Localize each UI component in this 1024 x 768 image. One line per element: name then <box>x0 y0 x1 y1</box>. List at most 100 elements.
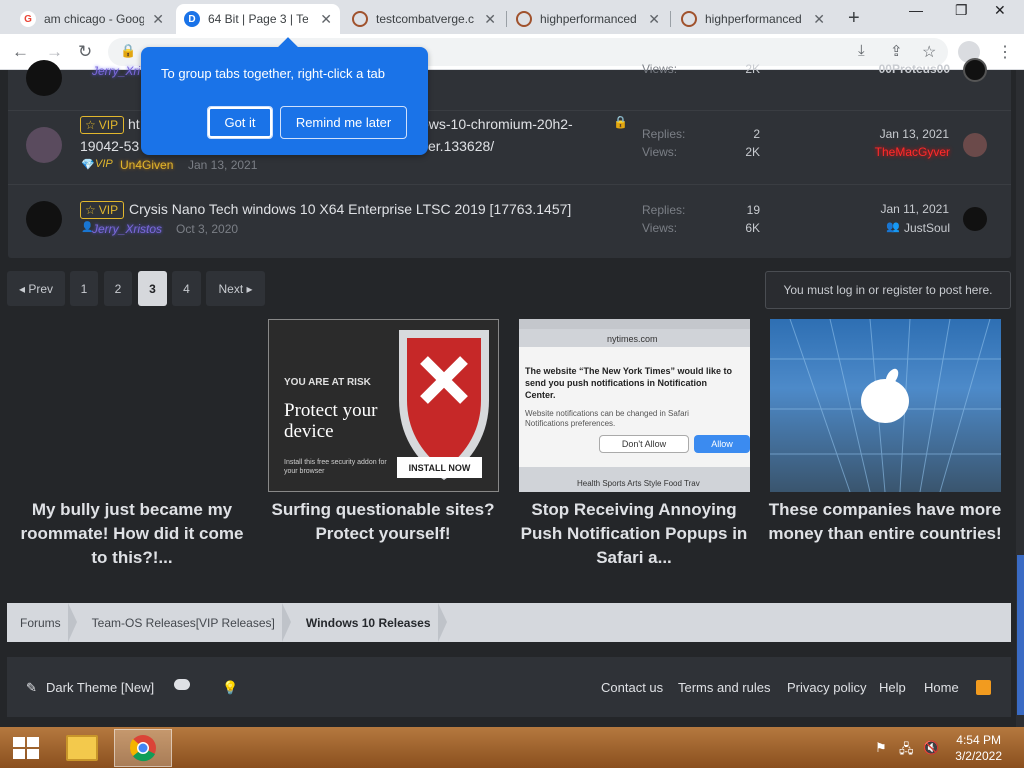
volume-muted-icon[interactable]: 🔇 <box>923 740 939 756</box>
last-post-date[interactable]: Jan 13, 2021 <box>849 127 949 141</box>
diamond-icon: 💎 <box>81 159 95 171</box>
last-poster-avatar[interactable] <box>963 207 987 231</box>
thread-row[interactable]: ☆ VIP Crysis Nano Tech windows 10 X64 Ent… <box>8 184 1011 254</box>
tab-highperformance-2[interactable]: highperformanced ✕ <box>673 4 833 34</box>
taskbar-clock[interactable]: 4:54 PM 3/2/2022 <box>955 732 1002 764</box>
footer-terms-link[interactable]: Terms and rules <box>678 680 770 695</box>
last-poster[interactable]: 00Proteus00 <box>830 62 950 76</box>
replies-count: 19 <box>746 203 760 217</box>
breadcrumb-windows10[interactable]: Windows 10 Releases <box>293 603 449 642</box>
replies-label: Replies: <box>642 203 686 217</box>
browser-toolbar-graphic <box>519 319 750 329</box>
start-button[interactable] <box>6 729 46 767</box>
close-tab-icon[interactable]: ✕ <box>648 11 660 28</box>
breadcrumb-forums[interactable]: Forums <box>7 603 79 642</box>
install-app-icon[interactable]: ⤓ <box>858 42 865 59</box>
new-tab-button[interactable]: + <box>848 7 860 30</box>
tab-group-tip: To group tabs together, right-click a ta… <box>141 47 428 155</box>
bookmark-star-icon[interactable]: ☆ <box>922 42 936 62</box>
windows-taskbar: ⚑ 🖧 🔇 <box>0 727 1024 768</box>
thread-title-line2[interactable]: 19042-53 <box>80 138 139 154</box>
last-poster-avatar[interactable] <box>963 58 987 82</box>
tab-active-forum[interactable]: D 64 Bit | Page 3 | Te ✕ <box>176 4 340 34</box>
remind-later-button[interactable]: Remind me later <box>280 106 407 139</box>
action-center-flag-icon[interactable]: ⚑ <box>875 740 887 756</box>
vip-badge: ☆ VIP <box>80 201 125 219</box>
avatar[interactable] <box>26 201 62 237</box>
thread-author[interactable]: Jerry_Xri <box>92 64 140 78</box>
thread-author[interactable]: Un4Given <box>120 158 173 172</box>
close-tab-icon[interactable]: ✕ <box>320 11 332 28</box>
last-poster-avatar[interactable] <box>963 133 987 157</box>
footer-help-link[interactable]: Help <box>879 680 906 695</box>
ad-image-safari[interactable]: nytimes.com The website “The New York Ti… <box>519 319 750 492</box>
thread-date: Oct 3, 2020 <box>176 222 239 236</box>
views-label: Views: <box>642 145 678 159</box>
tab-google[interactable]: G am chicago - Goog ✕ <box>12 4 172 34</box>
last-poster[interactable]: TheMacGyver <box>830 145 950 159</box>
back-icon[interactable]: ← <box>12 42 29 62</box>
lightbulb-icon[interactable]: 💡 <box>222 680 238 696</box>
page-2-button[interactable]: 2 <box>104 271 132 306</box>
last-poster[interactable]: JustSoul <box>830 221 950 235</box>
got-it-button[interactable]: Got it <box>207 106 273 139</box>
dont-allow-button: Don't Allow <box>599 435 689 453</box>
file-explorer-icon[interactable] <box>60 729 104 767</box>
forward-icon[interactable]: → <box>46 42 63 62</box>
avatar[interactable] <box>26 60 62 96</box>
close-tab-icon[interactable]: ✕ <box>484 11 496 28</box>
notification-dialog: The website “The New York Times” would l… <box>519 347 750 467</box>
ad-caption[interactable]: Stop Receiving Annoying Push Notificatio… <box>514 498 754 570</box>
reload-icon[interactable]: ↻ <box>78 42 92 62</box>
page-1-button[interactable]: 1 <box>70 271 98 306</box>
tab-testcombatverge[interactable]: testcombatverge.c ✕ <box>344 4 504 34</box>
thread-title-start[interactable]: ht <box>128 116 140 132</box>
login-notice[interactable]: You must log in or register to post here… <box>765 271 1011 309</box>
thread-author[interactable]: Jerry_Xristos <box>92 222 162 236</box>
footer-privacy-link[interactable]: Privacy policy <box>787 680 866 695</box>
tab-divider <box>506 11 507 27</box>
minimize-icon[interactable]: — <box>909 2 923 18</box>
avatar[interactable] <box>26 127 62 163</box>
rss-icon[interactable] <box>976 680 991 695</box>
thread-title[interactable]: Crysis Nano Tech windows 10 X64 Enterpri… <box>129 201 571 217</box>
views-label: Views: <box>642 62 678 76</box>
google-favicon-icon: G <box>20 11 36 27</box>
replies-label: Replies: <box>642 127 686 141</box>
maximize-icon[interactable]: ❐ <box>955 2 968 19</box>
ad-image-security[interactable]: YOU ARE AT RISK Protect your device Inst… <box>268 319 499 492</box>
breadcrumb-team-os[interactable]: Team-OS Releases[VIP Releases] <box>79 603 293 642</box>
tab-title: highperformanced <box>705 12 802 26</box>
ad-caption[interactable]: My bully just became my roommate! How di… <box>12 498 252 570</box>
page-3-button[interactable]: 3 <box>138 271 167 306</box>
footer-home-link[interactable]: Home <box>924 680 959 695</box>
views-count: 6K <box>745 221 760 235</box>
tab-highperformance-1[interactable]: highperformanced ✕ <box>508 4 668 34</box>
page-4-button[interactable]: 4 <box>172 271 201 306</box>
network-icon[interactable]: 🖧 <box>899 740 914 762</box>
theme-toggle-icon[interactable] <box>174 679 190 690</box>
globe-favicon-icon <box>681 11 697 27</box>
chrome-taskbar-icon[interactable] <box>114 729 172 767</box>
share-icon[interactable]: ⇪ <box>890 42 903 60</box>
prev-page-button[interactable]: ◂ Prev <box>7 271 65 306</box>
scrollbar-thumb[interactable] <box>1017 555 1024 715</box>
close-tab-icon[interactable]: ✕ <box>152 11 164 28</box>
menu-kebab-icon[interactable]: ⋮ <box>997 42 1013 62</box>
lock-icon: 🔒 <box>613 115 628 129</box>
ad-image-apple-store[interactable] <box>770 319 1001 492</box>
theme-selector[interactable]: Dark Theme [New] <box>46 680 154 695</box>
tab-divider <box>670 11 671 27</box>
glass-building-illustration <box>770 319 1001 492</box>
last-post-date[interactable]: Jan 11, 2021 <box>849 202 949 216</box>
close-window-icon[interactable]: ✕ <box>994 2 1006 19</box>
next-page-button[interactable]: Next ▸ <box>206 271 265 306</box>
views-count: 2K <box>745 145 760 159</box>
thread-title-line2-end[interactable]: ver.133628/ <box>421 138 494 154</box>
thread-title-end[interactable]: ows-10-chromium-20h2- <box>421 116 573 132</box>
footer-contact-link[interactable]: Contact us <box>601 680 663 695</box>
close-tab-icon[interactable]: ✕ <box>813 11 825 28</box>
ad-caption[interactable]: These companies have more money than ent… <box>765 498 1005 546</box>
vip-tag-small: VIP <box>95 158 113 170</box>
ad-caption[interactable]: Surfing questionable sites? Protect your… <box>263 498 503 546</box>
